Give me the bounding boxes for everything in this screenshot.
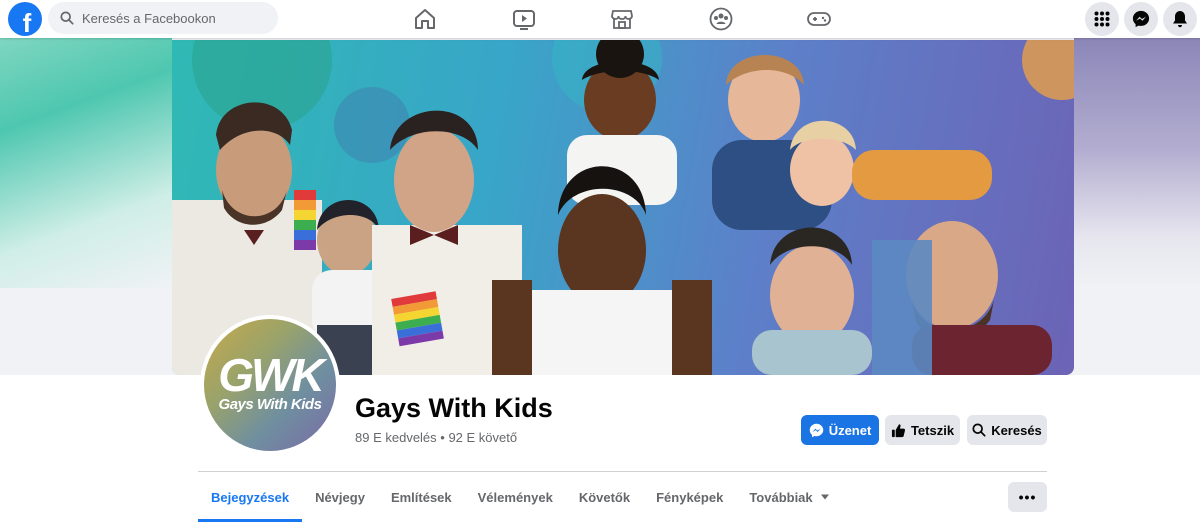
messenger-icon <box>809 423 823 437</box>
tab-label: Bejegyzések <box>211 489 290 505</box>
cover-photo[interactable] <box>172 40 1074 375</box>
page-title: Gays With Kids <box>355 393 553 423</box>
top-navigation-bar: f <box>0 0 1200 38</box>
more-options-button[interactable]: ••• <box>1008 482 1047 512</box>
cover-photo-illustration <box>172 40 1074 375</box>
marketplace-icon <box>611 10 633 29</box>
page-tabs: Bejegyzések Névjegy Említések Vélemények… <box>198 472 843 522</box>
like-button-label: Tetszik <box>910 422 955 438</box>
menu-button[interactable] <box>1085 2 1119 36</box>
thumbs-up-icon <box>891 423 905 437</box>
tab-followers[interactable]: Követők <box>566 472 643 522</box>
page-avatar[interactable]: GWK Gays With Kids <box>200 315 340 455</box>
tab-label: Továbbiak <box>749 489 813 505</box>
cover-blur-left <box>0 38 172 288</box>
search-input[interactable] <box>80 9 264 27</box>
tab-posts[interactable]: Bejegyzések <box>198 472 303 522</box>
tab-label: Fényképek <box>656 489 724 505</box>
tab-more[interactable]: Továbbiak <box>736 472 842 522</box>
notifications-button[interactable] <box>1163 2 1197 36</box>
facebook-logo-letter: f <box>22 8 32 36</box>
messenger-button[interactable] <box>1124 2 1158 36</box>
tab-mentions[interactable]: Említések <box>378 472 465 522</box>
search-icon <box>972 423 986 437</box>
avatar-logo: GWK Gays With Kids <box>204 319 336 451</box>
like-button[interactable]: Tetszik <box>885 415 960 445</box>
search-box[interactable] <box>48 2 278 34</box>
caret-down-icon <box>820 494 829 500</box>
tab-reviews[interactable]: Vélemények <box>465 472 566 522</box>
notifications-icon <box>1173 11 1187 28</box>
tab-label: Névjegy <box>315 489 365 505</box>
gaming-icon <box>807 12 831 26</box>
facebook-logo[interactable]: f <box>8 2 42 36</box>
avatar-logo-subtext: Gays With Kids <box>218 395 322 413</box>
page-stats[interactable]: 89 E kedvelés • 92 E követő <box>355 430 517 445</box>
messenger-icon <box>1132 10 1150 28</box>
tab-label: Említések <box>390 489 452 505</box>
message-button[interactable]: Üzenet <box>801 415 879 445</box>
tab-label: Követők <box>578 489 631 505</box>
nav-gaming[interactable] <box>797 4 841 34</box>
page-search-button-label: Keresés <box>991 422 1042 438</box>
more-options-icon: ••• <box>1018 489 1037 505</box>
nav-groups[interactable] <box>699 4 743 34</box>
message-button-label: Üzenet <box>828 422 872 438</box>
groups-icon <box>709 7 733 31</box>
nav-home[interactable] <box>403 4 447 34</box>
nav-watch[interactable] <box>502 4 546 34</box>
avatar-logo-text: GWK <box>218 348 324 401</box>
nav-marketplace[interactable] <box>600 4 644 34</box>
home-icon <box>415 9 435 29</box>
tab-photos[interactable]: Fényképek <box>643 472 736 522</box>
cover-blur-right <box>1074 38 1200 288</box>
tab-label: Vélemények <box>477 489 553 505</box>
tab-about[interactable]: Névjegy <box>302 472 378 522</box>
menu-grid-icon <box>1094 11 1110 27</box>
search-icon <box>60 11 74 25</box>
watch-icon <box>513 10 535 30</box>
page-search-button[interactable]: Keresés <box>967 415 1047 445</box>
